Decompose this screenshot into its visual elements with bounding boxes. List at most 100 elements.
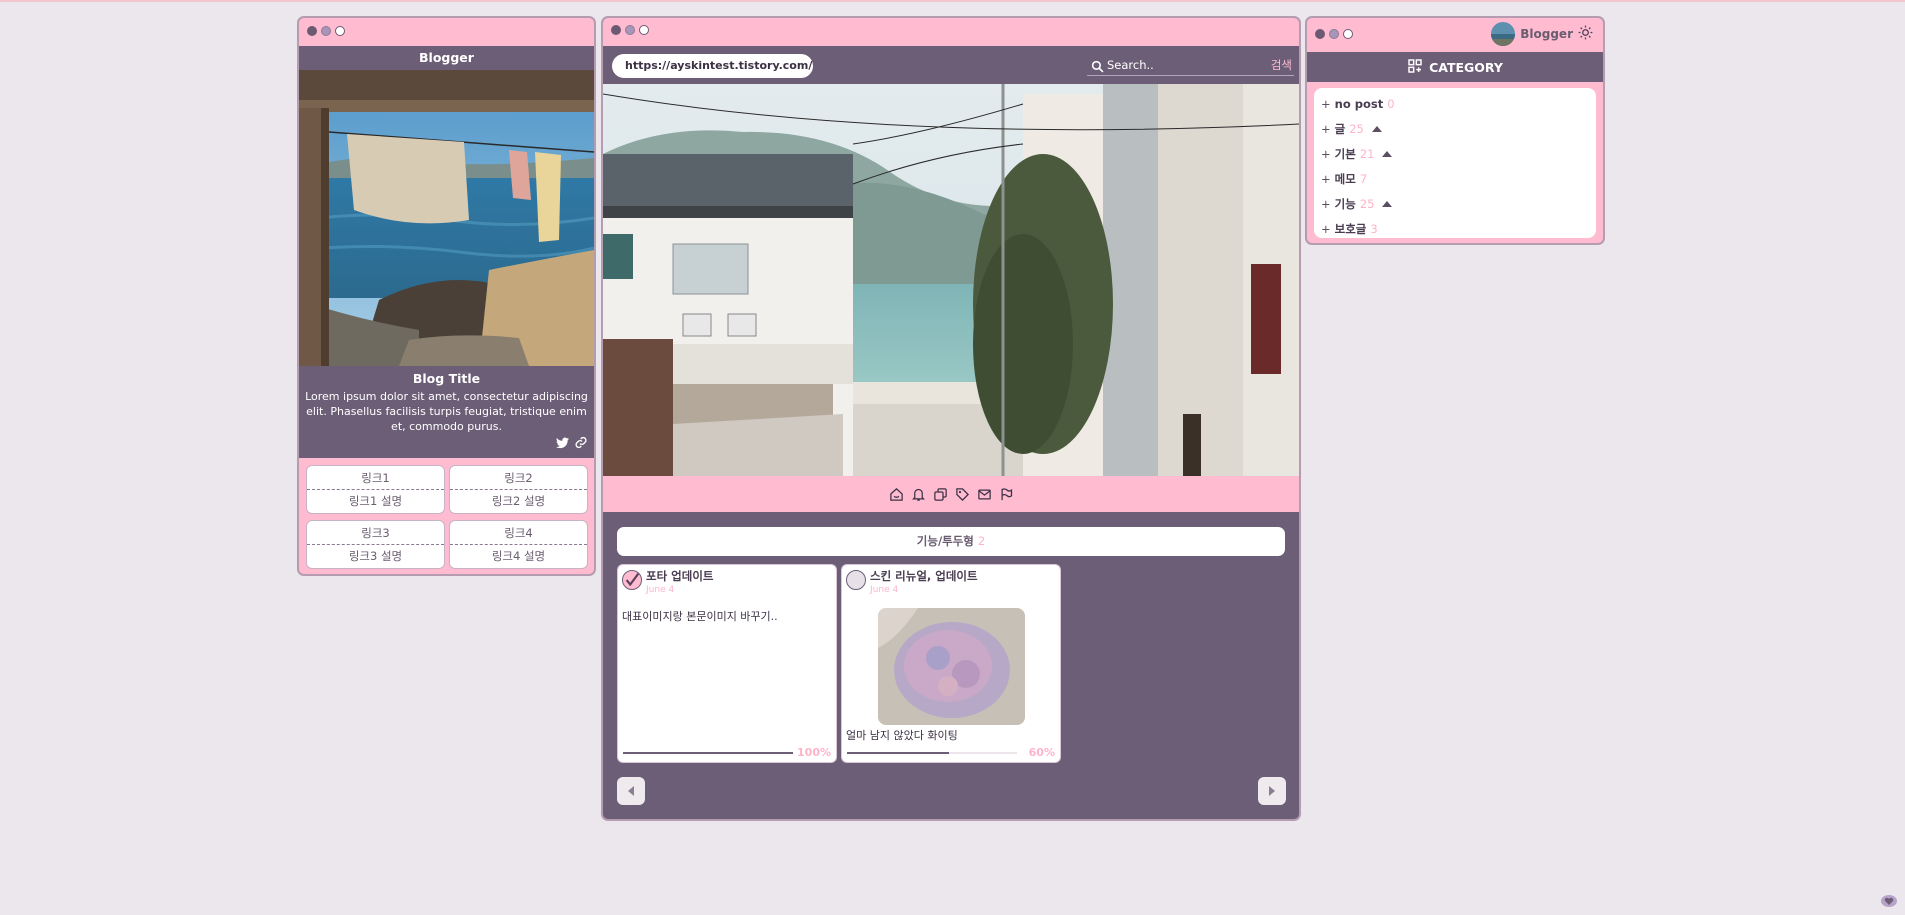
category-item-count: 25 [1349, 121, 1364, 136]
category-title: CATEGORY [1429, 59, 1503, 75]
progress-bar [623, 752, 793, 754]
link-description: 링크3 설명 [348, 549, 403, 563]
link-card-4[interactable]: 링크4 링크4 설명 [449, 520, 588, 569]
progress-fill [623, 752, 793, 754]
card-title: 스킨 리뉴얼, 업데이트 [870, 569, 978, 583]
expand-triangle-icon[interactable] [1382, 200, 1393, 207]
progress-bar [847, 752, 1017, 754]
cover-photo [603, 84, 1299, 476]
window-maximize-dot[interactable] [335, 26, 345, 36]
profile-photo [299, 70, 594, 366]
profile-info: Blog Title Lorem ipsum dolor sit amet, c… [299, 366, 594, 458]
window-maximize-dot[interactable] [1343, 29, 1353, 39]
link-icon[interactable] [574, 434, 588, 453]
link-grid: 링크1 링크1 설명 링크2 링크2 설명 링크3 링크3 설명 링크4 링크4… [306, 465, 588, 569]
main-titlebar [603, 18, 1299, 46]
tag-icon[interactable] [953, 485, 971, 503]
link-label: 링크4 [450, 521, 587, 545]
search-icon [1091, 58, 1104, 77]
avatar[interactable] [1491, 22, 1516, 46]
category-item-count: 3 [1370, 221, 1378, 236]
window-controls [611, 25, 649, 35]
category-item[interactable]: + no post 0 [1321, 91, 1589, 116]
blog-title: Blog Title [412, 371, 481, 386]
home-icon[interactable] [887, 485, 905, 503]
window-controls [307, 26, 345, 36]
todo-card[interactable]: 스킨 리뉴얼, 업데이트 June 4 얼마 남지 않았다 화이팅 60% [841, 564, 1061, 763]
window-minimize-dot[interactable] [1329, 29, 1339, 39]
copy-icon[interactable] [931, 485, 949, 503]
link-description: 링크1 설명 [348, 494, 403, 508]
category-list: + no post 0 + 글 25 + 기본 21 + 메모 7 + 기능 25 + 보호글 3 [1314, 88, 1596, 238]
checkbox-checked[interactable] [622, 570, 642, 590]
category-item-count: 21 [1359, 146, 1375, 161]
category-item-count: 0 [1387, 96, 1395, 111]
link-label: 링크2 [450, 466, 587, 490]
profile-window: Blogger Blog Title Lorem ipsum dolor sit… [297, 16, 596, 576]
expand-triangle-icon[interactable] [1371, 125, 1382, 132]
category-item[interactable]: + 메모 7 [1321, 166, 1589, 191]
card-text: 대표이미지랑 본문이미지 바꾸기.. [622, 610, 778, 623]
user-area: Blogger [1491, 22, 1593, 46]
toolbar [603, 476, 1299, 512]
chevron-right-icon [1269, 786, 1275, 796]
category-item[interactable]: + 기능 25 [1321, 191, 1589, 216]
category-count: 2 [977, 534, 986, 548]
category-item[interactable]: + 글 25 [1321, 116, 1589, 141]
link-card-3[interactable]: 링크3 링크3 설명 [306, 520, 445, 569]
category-item-name: 기본 [1334, 146, 1356, 161]
category-item-name: no post [1334, 96, 1384, 111]
twitter-icon[interactable] [556, 434, 569, 453]
category-item-name: 보호글 [1334, 221, 1367, 236]
card-date: June 4 [646, 585, 675, 595]
search-bar: 검색 [1087, 56, 1294, 76]
card-thumbnail [878, 608, 1025, 725]
top-accent-line [0, 0, 1905, 2]
window-close-dot[interactable] [1315, 29, 1325, 39]
progress-label: 100% [797, 746, 831, 759]
checkbox-unchecked[interactable] [846, 570, 866, 590]
next-button[interactable] [1258, 777, 1286, 805]
link-label: 링크3 [307, 521, 444, 545]
card-title: 포타 업데이트 [646, 569, 714, 583]
blog-description: Lorem ipsum dolor sit amet, consectetur … [305, 390, 588, 433]
user-name: Blogger [1520, 27, 1573, 41]
search-button[interactable]: 검색 [1271, 57, 1292, 73]
link-label: 링크1 [307, 466, 444, 490]
todo-card[interactable]: 포타 업데이트 June 4 대표이미지랑 본문이미지 바꾸기.. 100% [617, 564, 837, 763]
card-date: June 4 [870, 585, 899, 595]
window-minimize-dot[interactable] [625, 25, 635, 35]
theme-toggle-sun-icon[interactable] [1578, 25, 1593, 43]
mail-icon[interactable] [975, 485, 993, 503]
link-card-1[interactable]: 링크1 링크1 설명 [306, 465, 445, 514]
category-grid-icon [1407, 58, 1423, 77]
window-close-dot[interactable] [611, 25, 621, 35]
link-description: 링크2 설명 [491, 494, 546, 508]
bell-icon[interactable] [909, 485, 927, 503]
search-input[interactable] [1107, 56, 1257, 74]
category-header[interactable]: 기능/투두형 2 [617, 527, 1285, 556]
main-window: https://ayskintest.tistory.com/ 검색 [601, 16, 1301, 821]
category-item-count: 25 [1359, 196, 1375, 211]
expand-triangle-icon[interactable] [1382, 150, 1393, 157]
category-item[interactable]: + 기본 21 [1321, 141, 1589, 166]
chevron-left-icon [628, 786, 634, 796]
category-item-name: 메모 [1334, 171, 1356, 186]
window-minimize-dot[interactable] [321, 26, 331, 36]
category-item-count: 7 [1359, 171, 1368, 186]
category-item[interactable]: + 보호글 3 [1321, 216, 1589, 241]
window-close-dot[interactable] [307, 26, 317, 36]
checkmark-icon [625, 573, 640, 587]
progress-fill [847, 752, 949, 754]
link-description: 링크4 설명 [491, 549, 546, 563]
prev-button[interactable] [617, 777, 645, 805]
window-maximize-dot[interactable] [639, 25, 649, 35]
profile-header: Blogger [299, 46, 594, 70]
flag-icon[interactable] [997, 485, 1015, 503]
address-bar[interactable]: https://ayskintest.tistory.com/ [612, 54, 813, 78]
floating-heart-icon[interactable] [1880, 893, 1898, 912]
category-item-name: 글 [1334, 121, 1346, 136]
progress-label: 60% [1028, 746, 1055, 759]
link-card-2[interactable]: 링크2 링크2 설명 [449, 465, 588, 514]
category-title-bar: CATEGORY [1307, 52, 1603, 82]
